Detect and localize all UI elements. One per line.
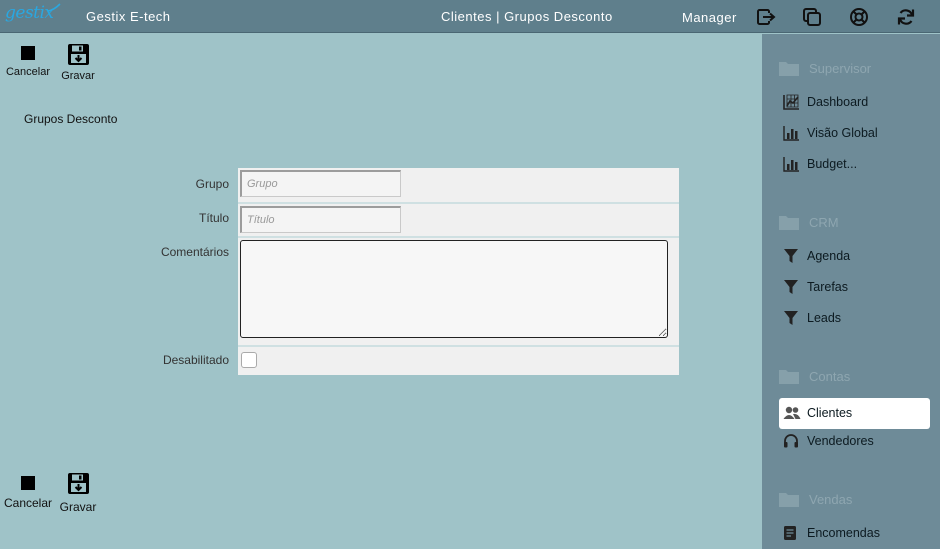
sidebar-item-label: Dashboard: [807, 95, 869, 109]
desabilitado-row: [238, 345, 679, 375]
folder-icon: [779, 370, 799, 384]
folder-icon: [779, 62, 799, 76]
cancel-button-top[interactable]: Cancelar: [3, 46, 53, 78]
sidebar-item-clientes[interactable]: Clientes: [779, 398, 930, 429]
sidebar: Supervisor Dashboard Visão Global Budget…: [762, 34, 940, 549]
cancel-label: Cancelar: [3, 496, 53, 510]
logo-swoosh-icon: [47, 3, 61, 12]
refresh-icon[interactable]: [896, 7, 916, 27]
comentarios-label: Comentários: [160, 245, 229, 259]
sidebar-item-tarefas[interactable]: Tarefas: [779, 272, 930, 303]
top-bar: gestix Gestix E-tech Clientes | Grupos D…: [0, 0, 940, 33]
cancel-button-bottom[interactable]: Cancelar: [3, 476, 53, 510]
desabilitado-checkbox[interactable]: [241, 352, 257, 368]
sidebar-item-vendedores[interactable]: Vendedores: [779, 426, 930, 457]
titulo-row: [238, 202, 679, 236]
grupo-input[interactable]: [240, 170, 401, 197]
windows-icon[interactable]: [802, 7, 822, 27]
sidebar-item-label: Visão Global: [807, 126, 878, 140]
stop-icon: [21, 46, 35, 60]
grupo-label: Grupo: [195, 177, 229, 191]
save-label: Gravar: [61, 70, 95, 82]
sidebar-item-label: Leads: [807, 311, 842, 325]
funnel-icon: [784, 249, 798, 263]
sidebar-group-title: Vendas: [809, 492, 853, 507]
help-icon[interactable]: [849, 7, 869, 27]
save-button-top[interactable]: Gravar: [53, 43, 103, 82]
titulo-input[interactable]: [240, 206, 401, 233]
folder-icon: [779, 493, 799, 507]
bar-chart-icon: [783, 157, 799, 172]
folder-icon: [779, 216, 799, 230]
sidebar-item-label: Agenda: [807, 249, 851, 263]
titulo-label: Título: [198, 211, 229, 225]
comentarios-textarea[interactable]: [240, 240, 668, 338]
funnel-icon: [784, 280, 798, 294]
users-icon: [783, 406, 801, 419]
funnel-icon: [784, 311, 798, 325]
sidebar-item-dashboard[interactable]: Dashboard: [779, 87, 930, 118]
save-button-bottom[interactable]: Gravar: [53, 472, 103, 514]
save-label: Gravar: [59, 500, 97, 514]
headset-icon: [784, 434, 798, 448]
sidebar-group-title: CRM: [809, 215, 839, 230]
save-icon: [67, 473, 89, 494]
sidebar-item-label: Encomendas: [807, 526, 880, 540]
logout-icon[interactable]: [756, 7, 776, 27]
desabilitado-label: Desabilitado: [162, 353, 229, 367]
cancel-label: Cancelar: [5, 66, 51, 78]
user-name[interactable]: Manager: [682, 10, 737, 25]
app-title: Gestix E-tech: [86, 9, 171, 24]
sidebar-item-label: Tarefas: [807, 280, 848, 294]
sidebar-item-leads[interactable]: Leads: [779, 303, 930, 334]
sidebar-item-label: Budget...: [807, 157, 858, 171]
dashboard-chart-icon: [783, 94, 799, 110]
sidebar-item-visao-global[interactable]: Visão Global: [779, 118, 930, 149]
sidebar-item-encomendas[interactable]: Encomendas: [779, 518, 930, 549]
save-icon: [67, 44, 89, 65]
sidebar-item-label: Vendedores: [807, 434, 874, 448]
sidebar-item-budget[interactable]: Budget...: [779, 149, 930, 180]
sidebar-group-title: Contas: [809, 369, 851, 384]
stop-icon: [21, 476, 35, 490]
document-icon: [784, 526, 796, 540]
sidebar-group-title: Supervisor: [809, 61, 872, 76]
grupo-row: [238, 168, 679, 202]
sidebar-item-label: Clientes: [807, 406, 853, 420]
section-title: Grupos Desconto: [24, 112, 118, 126]
page-title: Clientes | Grupos Desconto: [441, 9, 613, 24]
sidebar-item-agenda[interactable]: Agenda: [779, 241, 930, 272]
bar-chart-icon: [783, 126, 799, 141]
comentarios-row: [238, 236, 679, 345]
